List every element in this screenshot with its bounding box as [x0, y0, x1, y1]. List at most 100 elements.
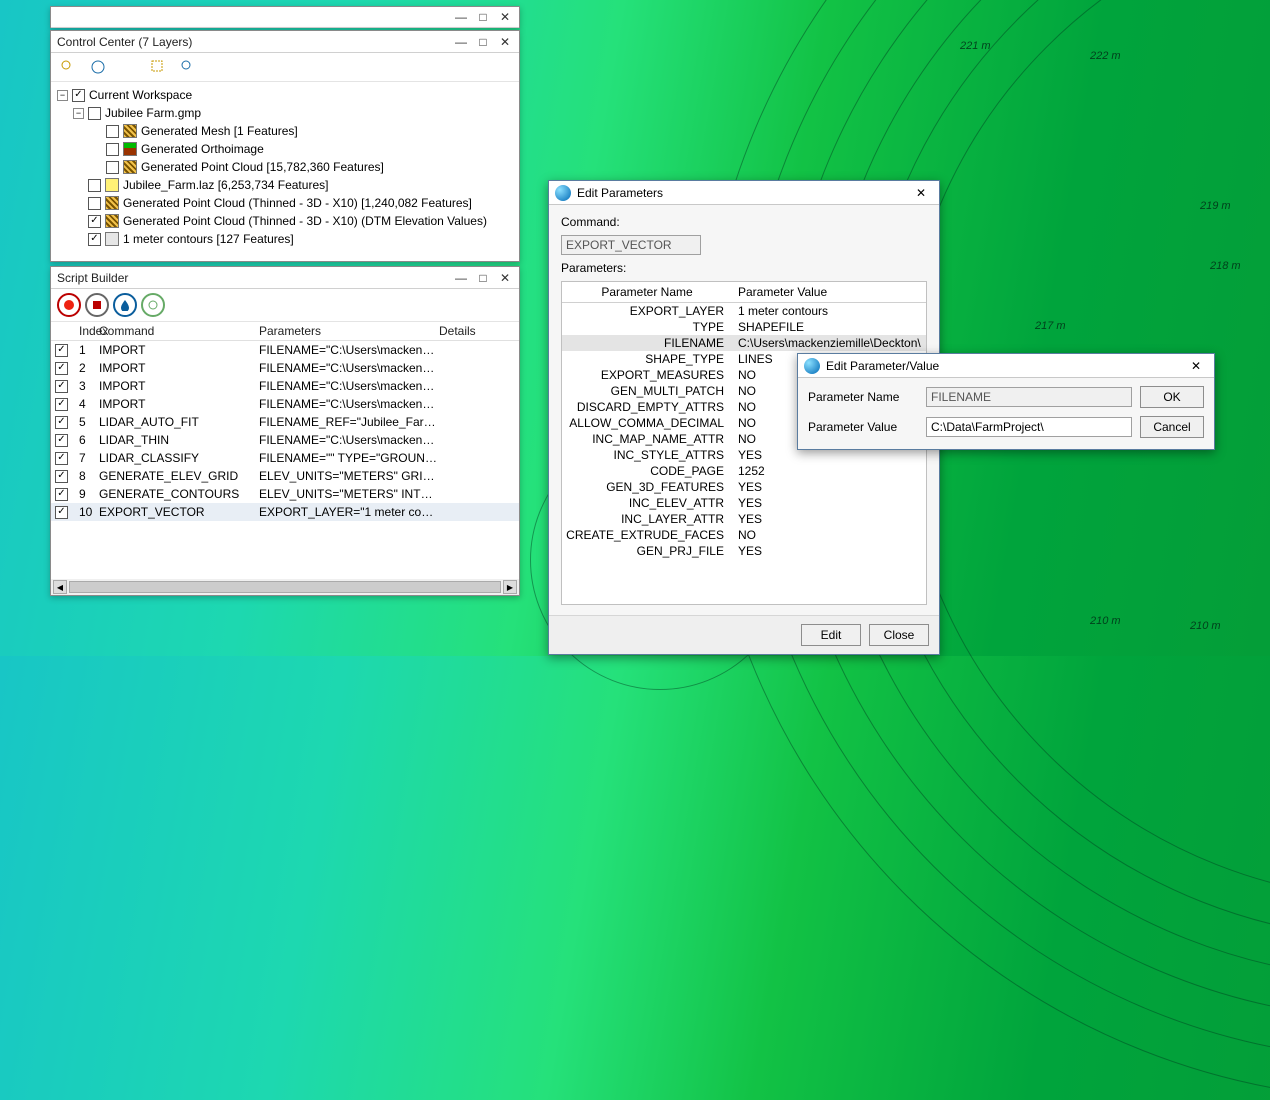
checkbox[interactable]: [88, 233, 101, 246]
checkbox[interactable]: [106, 125, 119, 138]
grid-icon[interactable]: [117, 56, 139, 78]
edit-parameters-titlebar[interactable]: Edit Parameters ✕: [549, 181, 939, 205]
layer-label[interactable]: Generated Orthoimage: [141, 142, 264, 156]
close-icon[interactable]: ✕: [495, 270, 515, 286]
checkbox[interactable]: [55, 506, 68, 519]
checkbox[interactable]: [88, 107, 101, 120]
param-value-field[interactable]: [926, 417, 1132, 437]
checkbox[interactable]: [106, 143, 119, 156]
maximize-icon[interactable]: □: [473, 270, 493, 286]
minimize-icon[interactable]: —: [451, 34, 471, 50]
minimize-icon[interactable]: —: [451, 270, 471, 286]
script-table-body[interactable]: 1IMPORTFILENAME="C:\Users\mackenzie...2I…: [51, 341, 519, 579]
param-name: SHAPE_TYPE: [562, 352, 732, 366]
checkbox[interactable]: [72, 89, 85, 102]
collapse-icon[interactable]: −: [57, 90, 68, 101]
layer-label[interactable]: Generated Point Cloud (Thinned - 3D - X1…: [123, 214, 487, 228]
horizontal-scrollbar[interactable]: ◀ ▶: [51, 579, 519, 595]
checkbox[interactable]: [55, 398, 68, 411]
scroll-right-icon[interactable]: ▶: [503, 580, 517, 594]
parameter-row[interactable]: INC_ELEV_ATTRYES: [562, 495, 926, 511]
parameter-row[interactable]: INC_LAYER_ATTRYES: [562, 511, 926, 527]
layer-label[interactable]: Generated Mesh [1 Features]: [141, 124, 298, 138]
scroll-thumb[interactable]: [69, 581, 501, 593]
record-button[interactable]: [57, 293, 81, 317]
layer-icon: [123, 160, 137, 174]
checkbox[interactable]: [88, 215, 101, 228]
row-index: 4: [79, 397, 99, 411]
zoom-selected-icon[interactable]: [57, 56, 79, 78]
script-builder-titlebar[interactable]: Script Builder — □ ✕: [51, 267, 519, 289]
checkbox[interactable]: [55, 380, 68, 393]
layer-label[interactable]: Jubilee_Farm.laz [6,253,734 Features]: [123, 178, 328, 192]
checkbox[interactable]: [55, 488, 68, 501]
close-icon[interactable]: ✕: [909, 184, 933, 202]
parameter-row[interactable]: TYPESHAPEFILE: [562, 319, 926, 335]
maximize-button[interactable]: □: [473, 9, 493, 25]
layer-label[interactable]: Generated Point Cloud [15,782,360 Featur…: [141, 160, 384, 174]
close-button[interactable]: Close: [869, 624, 929, 646]
parameter-row[interactable]: CODE_PAGE1252: [562, 463, 926, 479]
close-icon[interactable]: ✕: [495, 34, 515, 50]
script-row[interactable]: 6LIDAR_THINFILENAME="C:\Users\mackenzie.…: [51, 431, 519, 449]
checkbox[interactable]: [55, 344, 68, 357]
row-index: 10: [79, 505, 99, 519]
script-row[interactable]: 9GENERATE_CONTOURSELEV_UNITS="METERS" IN…: [51, 485, 519, 503]
parameter-row[interactable]: GEN_PRJ_FILEYES: [562, 543, 926, 559]
checkbox[interactable]: [55, 362, 68, 375]
visibility-icon[interactable]: [207, 56, 229, 78]
parameter-row[interactable]: CREATE_EXTRUDE_FACESNO: [562, 527, 926, 543]
collapse-icon[interactable]: −: [73, 108, 84, 119]
dialog-title: Edit Parameters: [577, 186, 909, 200]
layer-label[interactable]: 1 meter contours [127 Features]: [123, 232, 294, 246]
script-row[interactable]: 10EXPORT_VECTOREXPORT_LAYER="1 meter con…: [51, 503, 519, 521]
close-button[interactable]: ✕: [495, 9, 515, 25]
search-layer-icon[interactable]: [177, 56, 199, 78]
stop-button[interactable]: [85, 293, 109, 317]
close-icon[interactable]: ✕: [1184, 357, 1208, 375]
ok-button[interactable]: OK: [1140, 386, 1204, 408]
scroll-left-icon[interactable]: ◀: [53, 580, 67, 594]
script-builder-title: Script Builder: [55, 271, 449, 285]
checkbox[interactable]: [55, 434, 68, 447]
parameter-row[interactable]: FILENAMEC:\Users\mackenziemille\Deckton\: [562, 335, 926, 351]
param-name: TYPE: [562, 320, 732, 334]
tree-root-label[interactable]: Current Workspace: [89, 88, 192, 102]
row-command: GENERATE_ELEV_GRID: [99, 469, 259, 483]
script-builder-panel: Script Builder — □ ✕ Index Command Param…: [50, 266, 520, 596]
remove-layer-icon[interactable]: [237, 56, 259, 78]
edit-value-titlebar[interactable]: Edit Parameter/Value ✕: [798, 354, 1214, 378]
checkbox[interactable]: [88, 197, 101, 210]
checkbox[interactable]: [55, 470, 68, 483]
script-row[interactable]: 4IMPORTFILENAME="C:\Users\mackenzie...: [51, 395, 519, 413]
row-index: 1: [79, 343, 99, 357]
script-row[interactable]: 8GENERATE_ELEV_GRIDELEV_UNITS="METERS" G…: [51, 467, 519, 485]
checkbox[interactable]: [55, 452, 68, 465]
script-row[interactable]: 7LIDAR_CLASSIFYFILENAME="" TYPE="GROUND"…: [51, 449, 519, 467]
parameter-row[interactable]: EXPORT_LAYER1 meter contours: [562, 303, 926, 319]
script-row[interactable]: 3IMPORTFILENAME="C:\Users\mackenzie...: [51, 377, 519, 395]
layer-label[interactable]: Generated Point Cloud (Thinned - 3D - X1…: [123, 196, 472, 210]
control-center-titlebar[interactable]: Control Center (7 Layers) — □ ✕: [51, 31, 519, 53]
script-row[interactable]: 1IMPORTFILENAME="C:\Users\mackenzie...: [51, 341, 519, 359]
layer-tree[interactable]: −Current Workspace −Jubilee Farm.gmp Gen…: [51, 82, 519, 261]
tree-project-label[interactable]: Jubilee Farm.gmp: [105, 106, 201, 120]
layer-icon: [105, 232, 119, 246]
maximize-icon[interactable]: □: [473, 34, 493, 50]
checkbox[interactable]: [55, 416, 68, 429]
checkbox[interactable]: [106, 161, 119, 174]
row-parameters: FILENAME="C:\Users\mackenzie...: [259, 343, 439, 357]
script-row[interactable]: 2IMPORTFILENAME="C:\Users\mackenzie...: [51, 359, 519, 377]
cancel-button[interactable]: Cancel: [1140, 416, 1204, 438]
checkbox[interactable]: [88, 179, 101, 192]
edit-button[interactable]: Edit: [801, 624, 861, 646]
layer-properties-icon[interactable]: [147, 56, 169, 78]
parameter-row[interactable]: GEN_3D_FEATURESYES: [562, 479, 926, 495]
script-row[interactable]: 5LIDAR_AUTO_FITFILENAME_REF="Jubilee_Far…: [51, 413, 519, 431]
run-button[interactable]: [141, 293, 165, 317]
globe-icon[interactable]: [87, 56, 109, 78]
minimize-button[interactable]: —: [451, 9, 471, 25]
drop-button[interactable]: [113, 293, 137, 317]
param-value: NO: [732, 528, 926, 542]
layer-icon: [123, 124, 137, 138]
